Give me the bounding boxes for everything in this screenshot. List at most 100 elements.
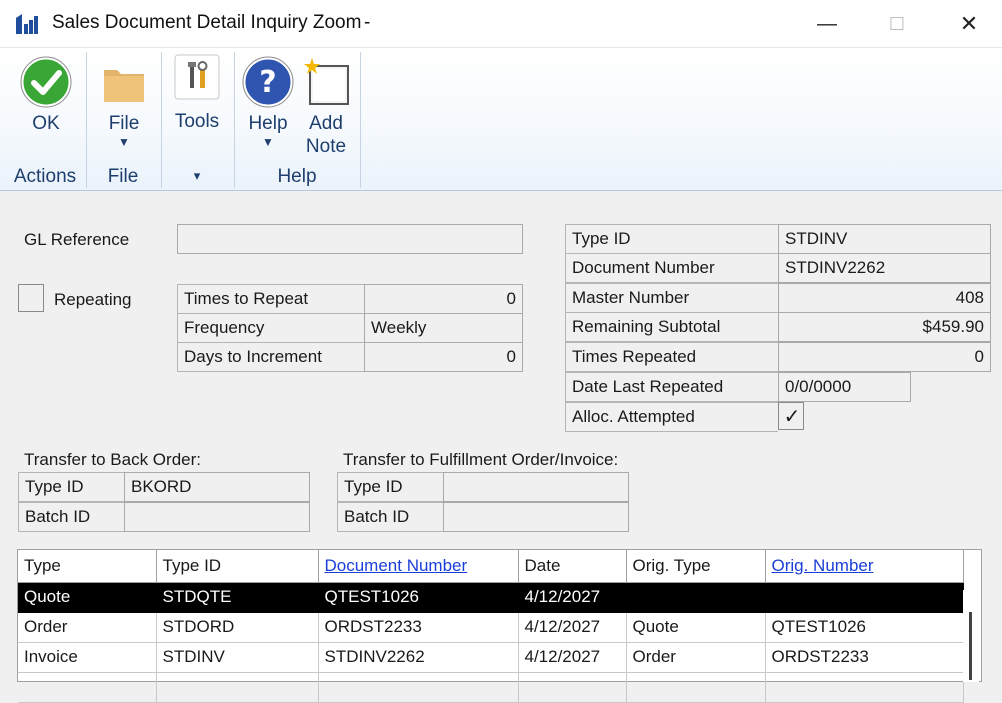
date-last-repeated-field[interactable]: 0/0/0000 [778, 372, 911, 402]
cell-document-number: STDINV2262 [318, 642, 519, 673]
back-order-batch-id-field[interactable] [124, 502, 310, 532]
file-dropdown-arrow: ▼ [118, 135, 130, 149]
maximize-button[interactable]: ☐ [882, 10, 912, 38]
cell-date: 4/12/2027 [518, 582, 627, 613]
green-check-icon [20, 56, 72, 108]
cell-type: Order [18, 612, 157, 643]
column-header-orig-type[interactable]: Orig. Type [626, 550, 766, 583]
title-bar: Sales Document Detail Inquiry Zoom - — ☐… [0, 0, 1002, 48]
gl-reference-field[interactable] [177, 224, 523, 254]
document-number-field[interactable]: STDINV2262 [778, 253, 991, 283]
table-row[interactable]: Quote STDQTE QTEST1026 4/12/2027 [18, 582, 964, 613]
file-menu-button[interactable]: File ▼ [94, 56, 154, 149]
fulfillment-type-id-label: Type ID [337, 472, 443, 502]
tools-group-arrow[interactable]: ▾ [164, 168, 230, 184]
cell-orig-type [626, 582, 766, 613]
column-header-document-number[interactable]: Document Number [318, 550, 519, 583]
remaining-subtotal-field[interactable]: $459.90 [778, 312, 991, 342]
date-last-repeated-label: Date Last Repeated [565, 372, 778, 402]
group-label-actions: Actions [13, 166, 77, 187]
fulfillment-batch-id-label: Batch ID [337, 502, 443, 532]
tools-label: Tools [174, 111, 220, 132]
cell-type-id: STDORD [156, 612, 319, 643]
help-dropdown-arrow: ▼ [262, 135, 274, 149]
frequency-field[interactable]: Weekly [364, 313, 523, 343]
window-title: Sales Document Detail Inquiry Zoom [52, 12, 362, 33]
repeating-checkbox[interactable] [18, 284, 44, 312]
cell-orig-number: QTEST1026 [765, 612, 964, 643]
back-order-type-id-field[interactable]: BKORD [124, 472, 310, 502]
cell-type-id: STDQTE [156, 582, 319, 613]
close-button[interactable]: ✕ [954, 10, 984, 38]
checkmark-icon: ✓ [783, 406, 801, 428]
tools-icon [174, 54, 220, 100]
back-order-batch-id-label: Batch ID [18, 502, 124, 532]
file-label: File [108, 113, 140, 134]
ribbon-separator [86, 52, 87, 188]
days-to-increment-label: Days to Increment [177, 342, 364, 372]
help-icon: ? [242, 56, 294, 108]
fulfillment-type-id-field[interactable] [443, 472, 629, 502]
frequency-label: Frequency [177, 313, 364, 343]
fulfillment-heading: Transfer to Fulfillment Order/Invoice: [343, 450, 619, 469]
cell-document-number [318, 672, 519, 703]
back-order-heading: Transfer to Back Order: [24, 450, 201, 469]
table-row[interactable]: Invoice STDINV STDINV2262 4/12/2027 Orde… [18, 642, 964, 673]
ribbon-separator [234, 52, 235, 188]
column-header-type[interactable]: Type [18, 550, 157, 583]
cell-orig-type: Quote [626, 612, 766, 643]
help-label: Help [248, 113, 288, 134]
repeating-label: Repeating [54, 290, 132, 309]
grid-header-row: Type Type ID Document Number Date Orig. … [18, 550, 964, 583]
scrollbar-thumb[interactable] [969, 612, 972, 680]
cell-document-number: ORDST2233 [318, 612, 519, 643]
column-header-date[interactable]: Date [518, 550, 627, 583]
cell-orig-number [765, 672, 964, 703]
column-header-orig-number[interactable]: Orig. Number [765, 550, 964, 583]
type-id-label: Type ID [565, 224, 778, 254]
cell-date: 4/12/2027 [518, 612, 627, 643]
type-id-field[interactable]: STDINV [778, 224, 991, 254]
ribbon: OK Actions File ▼ File Tools ▾ ? Help ▼ … [0, 48, 1002, 191]
cell-type: Invoice [18, 642, 157, 673]
help-menu-button[interactable]: ? Help ▼ [240, 56, 296, 149]
grid-vertical-scrollbar[interactable] [963, 590, 979, 682]
ribbon-separator [360, 52, 361, 188]
cell-type [18, 672, 157, 703]
cell-date [518, 672, 627, 703]
cell-orig-number [765, 582, 964, 613]
times-to-repeat-label: Times to Repeat [177, 284, 364, 314]
window-title-suffix: - [364, 12, 371, 33]
days-to-increment-field[interactable]: 0 [364, 342, 523, 372]
cell-date: 4/12/2027 [518, 642, 627, 673]
table-row[interactable] [18, 672, 964, 703]
alloc-attempted-checkbox[interactable]: ✓ [778, 402, 804, 430]
times-repeated-label: Times Repeated [565, 342, 778, 372]
add-note-button[interactable]: Add Note [298, 56, 354, 158]
gl-reference-label: GL Reference [24, 230, 130, 249]
table-row[interactable]: Order STDORD ORDST2233 4/12/2027 Quote Q… [18, 612, 964, 643]
times-to-repeat-field[interactable]: 0 [364, 284, 523, 314]
cell-orig-type [626, 672, 766, 703]
master-number-field[interactable]: 408 [778, 283, 991, 313]
ok-label: OK [32, 113, 60, 134]
cell-orig-number: ORDST2233 [765, 642, 964, 673]
folder-icon [104, 70, 144, 102]
tools-menu-button[interactable]: Tools [168, 54, 226, 133]
ribbon-separator [161, 52, 162, 188]
cell-document-number: QTEST1026 [318, 582, 519, 613]
minimize-button[interactable]: — [812, 10, 842, 38]
ok-button[interactable]: OK [14, 56, 78, 135]
alloc-attempted-label: Alloc. Attempted [565, 402, 778, 432]
add-note-icon [304, 58, 349, 105]
document-grid: Type Type ID Document Number Date Orig. … [17, 549, 982, 703]
fulfillment-batch-id-field[interactable] [443, 502, 629, 532]
remaining-subtotal-label: Remaining Subtotal [565, 312, 778, 342]
app-chart-icon [14, 12, 40, 36]
times-repeated-field[interactable]: 0 [778, 342, 991, 372]
master-number-label: Master Number [565, 283, 778, 313]
back-order-type-id-label: Type ID [18, 472, 124, 502]
add-note-label-line1: Add [309, 113, 343, 134]
add-note-label-line2: Note [305, 136, 347, 157]
column-header-type-id[interactable]: Type ID [156, 550, 319, 583]
